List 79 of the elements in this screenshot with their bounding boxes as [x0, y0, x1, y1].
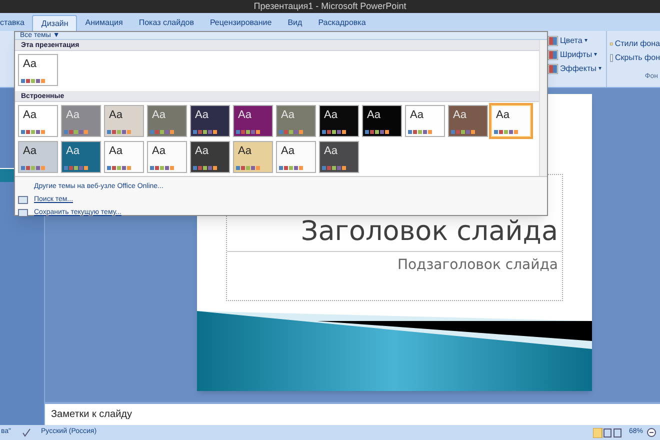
- theme-thumbnail[interactable]: Aa: [61, 141, 101, 173]
- theme-thumbnail[interactable]: Aa: [448, 105, 488, 137]
- theme-sample-text: Aa: [323, 144, 338, 157]
- theme-sample-text: Aa: [194, 144, 208, 157]
- theme-thumbnail[interactable]: Aa: [491, 105, 531, 137]
- color-swatches-drawing: [408, 130, 434, 134]
- theme-sample-text: Aa: [22, 144, 36, 157]
- theme-thumbnail[interactable]: Aa: [18, 141, 58, 173]
- theme-sample-text: Aa: [65, 144, 80, 157]
- theme-sample-text: Aa: [194, 108, 208, 121]
- theme-sample-text: Aa: [65, 108, 80, 121]
- slide-subtitle[interactable]: Подзаголовок слайда: [397, 255, 558, 276]
- theme-sample-text: Aa: [237, 108, 252, 121]
- color-swatches-drawing: [193, 130, 219, 134]
- theme-thumbnail[interactable]: Aa: [18, 54, 58, 86]
- notes-field[interactable]: Заметки к слайду: [45, 402, 660, 425]
- theme-sample-text: Aa: [495, 108, 510, 121]
- theme-sample-text: Aa: [366, 108, 380, 121]
- color-swatches-drawing: [494, 130, 520, 134]
- window-title: Презентация1 - Microsoft PowerPoint: [254, 2, 406, 11]
- color-swatches-drawing: [64, 166, 90, 170]
- color-swatches-drawing: [64, 130, 90, 134]
- theme-thumbnail[interactable]: Aa: [190, 105, 230, 137]
- color-swatches-drawing: [279, 130, 305, 134]
- theme-sample-text: Aa: [151, 108, 166, 121]
- ribbon-tab[interactable]: Рецензирование: [202, 15, 280, 31]
- theme-thumbnail[interactable]: Aa: [362, 105, 402, 137]
- theme-thumbnail[interactable]: Aa: [233, 141, 273, 173]
- theme-thumbnail[interactable]: Aa: [319, 105, 359, 137]
- theme-sample-text: Aa: [22, 108, 36, 121]
- theme-thumbnail[interactable]: Aa: [104, 105, 144, 137]
- slide-title[interactable]: Заголовок слайда: [300, 218, 558, 251]
- scrollbar[interactable]: [539, 40, 547, 176]
- theme-sample-text: Aa: [151, 144, 166, 157]
- theme-thumbnail[interactable]: Aa: [18, 105, 58, 137]
- ribbon-tab[interactable]: Вид: [280, 15, 310, 31]
- ribbon-tab[interactable]: Дизайн: [32, 15, 78, 31]
- theme-thumbnail[interactable]: Aa: [147, 141, 187, 173]
- spellcheck-icon[interactable]: [22, 428, 31, 437]
- theme-sample-text: Aa: [452, 108, 466, 121]
- theme-sample-text: Aa: [108, 108, 122, 121]
- color-swatches-drawing: [365, 130, 391, 134]
- theme-sample-text: Aa: [237, 144, 252, 157]
- color-swatches-drawing: [236, 130, 262, 134]
- color-swatches-drawing: [21, 79, 47, 83]
- ribbon-tab[interactable]: Показ слайдов: [130, 15, 202, 31]
- theme-sample-text: Aa: [108, 144, 122, 157]
- theme-sample-text: Aa: [22, 57, 36, 70]
- color-swatches-drawing: [451, 130, 477, 134]
- color-swatches-drawing: [150, 166, 176, 170]
- hide-background-checkbox[interactable]: Скрыть фон: [610, 54, 660, 62]
- theme-sample-text: Aa: [409, 108, 424, 121]
- color-swatches-drawing: [107, 130, 133, 134]
- theme-thumbnail[interactable]: Aa: [276, 141, 316, 173]
- background-styles-button[interactable]: Стили фона: [610, 39, 660, 49]
- ribbon-tab[interactable]: Анимация: [77, 15, 131, 31]
- color-swatches-drawing: [21, 130, 47, 134]
- theme-thumbnail[interactable]: Aa: [405, 105, 445, 137]
- theme-thumbnail[interactable]: Aa: [319, 141, 359, 173]
- theme-thumbnail[interactable]: Aa: [276, 105, 316, 137]
- ribbon-tab[interactable]: Раскадровка: [310, 15, 374, 31]
- theme-thumbnail[interactable]: Aa: [104, 141, 144, 173]
- zoom-out-icon[interactable]: [647, 428, 656, 437]
- color-swatches-drawing: [193, 166, 219, 170]
- theme-thumbnail[interactable]: Aa: [147, 105, 187, 137]
- ribbon-tab[interactable]: ставка: [0, 15, 32, 31]
- theme-thumbnail[interactable]: Aa: [233, 105, 273, 137]
- color-swatches-drawing: [236, 166, 262, 170]
- theme-thumbnail[interactable]: Aa: [190, 141, 230, 173]
- color-swatches-drawing: [21, 166, 47, 170]
- color-swatches-drawing: [322, 166, 348, 170]
- color-swatches-drawing: [279, 166, 305, 170]
- theme-sample-text: Aa: [280, 108, 294, 121]
- theme-sample-text: Aa: [323, 108, 338, 121]
- color-swatches-drawing: [322, 130, 348, 134]
- theme-sample-text: Aa: [280, 144, 294, 157]
- color-swatches-drawing: [150, 130, 176, 134]
- view-buttons-icon[interactable]: [592, 428, 623, 438]
- color-swatches-drawing: [107, 166, 133, 170]
